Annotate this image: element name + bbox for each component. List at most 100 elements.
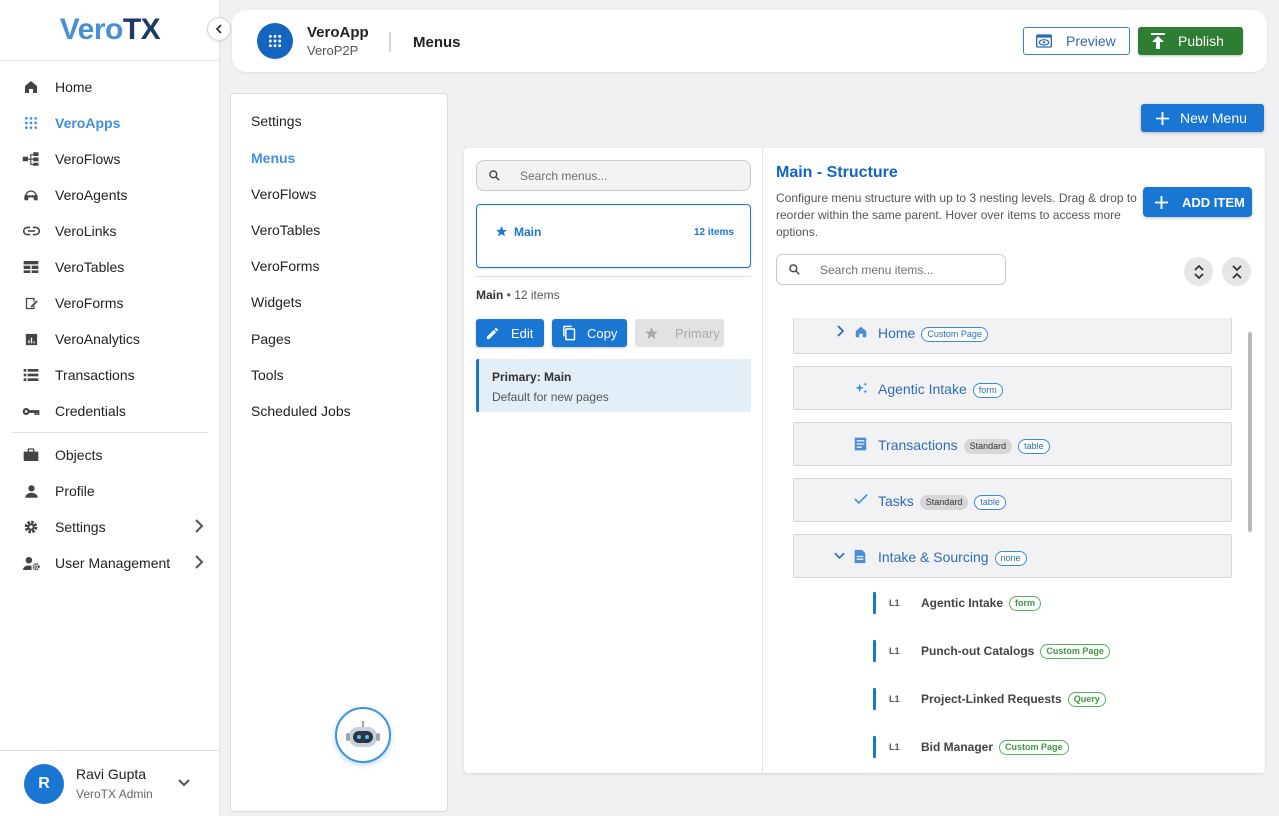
main-nav: Home VeroApps VeroFlows VeroAgents VeroL… [0, 69, 220, 581]
tree-scrollbar[interactable] [1248, 332, 1252, 532]
structure-title: Main - Structure [776, 164, 898, 181]
type-badge: Custom Page [999, 740, 1069, 756]
add-item-label: ADD ITEM [1182, 194, 1245, 210]
subnav-item-menus[interactable]: Menus [251, 150, 295, 166]
search-menu-items-input[interactable] [820, 262, 1005, 277]
app-section-nav: Settings Menus VeroFlows VeroTables Vero… [230, 93, 448, 812]
avatar: R [24, 763, 64, 804]
sidebar-item-transactions[interactable]: Transactions [0, 357, 220, 393]
new-menu-label: New Menu [1180, 110, 1247, 126]
plus-icon [1155, 195, 1168, 209]
tree-item-intake-sourcing[interactable]: Intake & Sourcing none [793, 534, 1232, 578]
level-label: L1 [889, 694, 900, 704]
publish-button[interactable]: Publish [1138, 27, 1243, 55]
sidebar-item-veroforms[interactable]: VeroForms [0, 285, 220, 321]
sidebar-item-credentials[interactable]: Credentials [0, 393, 220, 429]
subnav-item-tools[interactable]: Tools [251, 367, 284, 383]
brand-logo[interactable]: VeroTX [0, 0, 220, 61]
search-menus-field[interactable] [476, 160, 751, 191]
level-indicator [873, 736, 876, 758]
menu-card-main[interactable]: Main 12 items [476, 204, 751, 268]
tree-item-label: Punch-out Catalogs [921, 644, 1035, 658]
chevron-down-icon[interactable] [178, 779, 190, 787]
new-menu-button[interactable]: New Menu [1141, 104, 1264, 132]
subnav-item-verotables[interactable]: VeroTables [251, 222, 320, 238]
sidebar-item-label: Profile [55, 483, 95, 499]
subnav-item-pages[interactable]: Pages [251, 331, 291, 347]
collapse-icon [1231, 264, 1242, 279]
copy-icon [561, 325, 576, 341]
preview-button[interactable]: Preview [1023, 27, 1130, 55]
sidebar-item-label: Objects [55, 447, 103, 463]
sidebar-collapse-button[interactable] [207, 17, 231, 41]
expand-all-button[interactable] [1184, 257, 1213, 286]
subnav-item-veroforms[interactable]: VeroForms [251, 258, 319, 274]
sidebar-item-label: VeroLinks [55, 223, 117, 239]
sidebar-item-veroflows[interactable]: VeroFlows [0, 141, 220, 177]
sidebar-item-verolinks[interactable]: VeroLinks [0, 213, 220, 249]
copy-button[interactable]: Copy [552, 319, 627, 347]
star-icon [644, 326, 659, 341]
structure-description: Configure menu structure with up to 3 ne… [776, 191, 1137, 239]
user-profile-menu[interactable]: R Ravi Gupta VeroTX Admin [0, 750, 220, 816]
user-settings-icon [22, 554, 40, 572]
set-primary-button[interactable]: Primary [635, 319, 724, 347]
sidebar-item-veroagents[interactable]: VeroAgents [0, 177, 220, 213]
sidebar-item-veroanalytics[interactable]: VeroAnalytics [0, 321, 220, 357]
preview-label: Preview [1066, 33, 1116, 49]
sidebar-item-veroapps[interactable]: VeroApps [0, 105, 220, 141]
selected-menu-meta: Main • 12 items [476, 288, 560, 302]
tree-child-project-linked-requests[interactable]: L1 Project-Linked Requests Query [873, 685, 1223, 715]
upload-icon [1151, 33, 1165, 49]
tree-item-tasks[interactable]: Tasks Standard table [793, 478, 1232, 522]
tree-child-bid-manager[interactable]: L1 Bid Manager Custom Page [873, 733, 1223, 761]
form-icon [22, 294, 40, 312]
ai-assistant-button[interactable] [335, 707, 391, 763]
tree-item-label: Agentic Intake [878, 381, 967, 397]
subnav-item-widgets[interactable]: Widgets [251, 294, 302, 310]
agent-icon [22, 186, 40, 204]
menus-list-panel: Main 12 items Main • 12 items Edit Copy … [464, 148, 763, 773]
home-icon [22, 78, 40, 96]
tree-child-agentic-intake[interactable]: L1 Agentic Intake form [873, 589, 1223, 619]
edit-button[interactable]: Edit [476, 319, 544, 347]
standard-badge: Standard [919, 494, 969, 510]
edit-label: Edit [511, 325, 534, 341]
sidebar-item-label: VeroApps [55, 115, 121, 131]
chevron-right-icon[interactable] [836, 325, 844, 337]
level-label: L1 [889, 598, 900, 608]
key-icon [22, 402, 40, 420]
preview-icon [1036, 34, 1052, 48]
sidebar-item-user-management[interactable]: User Management [0, 545, 220, 581]
flow-icon [22, 150, 40, 168]
tree-item-transactions[interactable]: Transactions Standard table [793, 422, 1232, 466]
search-menu-items-field[interactable] [776, 254, 1006, 285]
sidebar-item-label: Credentials [55, 403, 126, 419]
tree-item-home[interactable]: Home Custom Page [793, 318, 1232, 354]
plus-icon [1156, 111, 1169, 125]
chevron-down-icon[interactable] [834, 552, 845, 560]
link-icon [22, 222, 40, 240]
star-icon [495, 225, 508, 238]
tree-child-punch-out-catalogs[interactable]: L1 Punch-out Catalogs Custom Page [873, 637, 1223, 667]
sidebar-item-verotables[interactable]: VeroTables [0, 249, 220, 285]
tree-item-agentic-intake[interactable]: Agentic Intake form [793, 366, 1232, 410]
standard-badge: Standard [963, 438, 1013, 454]
subnav-item-settings[interactable]: Settings [251, 113, 302, 129]
subnav-item-scheduled-jobs[interactable]: Scheduled Jobs [251, 403, 351, 419]
app-icon[interactable] [257, 23, 293, 59]
collapse-all-button[interactable] [1222, 257, 1251, 286]
level-indicator [873, 592, 876, 614]
chevron-right-icon [194, 519, 204, 533]
sidebar-item-settings[interactable]: Settings [0, 509, 220, 545]
header-separator [389, 32, 391, 52]
subnav-item-veroflows[interactable]: VeroFlows [251, 186, 316, 202]
sidebar-item-home[interactable]: Home [0, 69, 220, 105]
sidebar-item-profile[interactable]: Profile [0, 473, 220, 509]
sidebar-item-objects[interactable]: Objects [0, 437, 220, 473]
search-menus-input[interactable] [520, 168, 720, 183]
level-label: L1 [889, 742, 900, 752]
user-name: Ravi Gupta [76, 766, 147, 782]
add-item-button[interactable]: ADD ITEM [1143, 187, 1252, 217]
type-badge: Custom Page [921, 326, 988, 342]
